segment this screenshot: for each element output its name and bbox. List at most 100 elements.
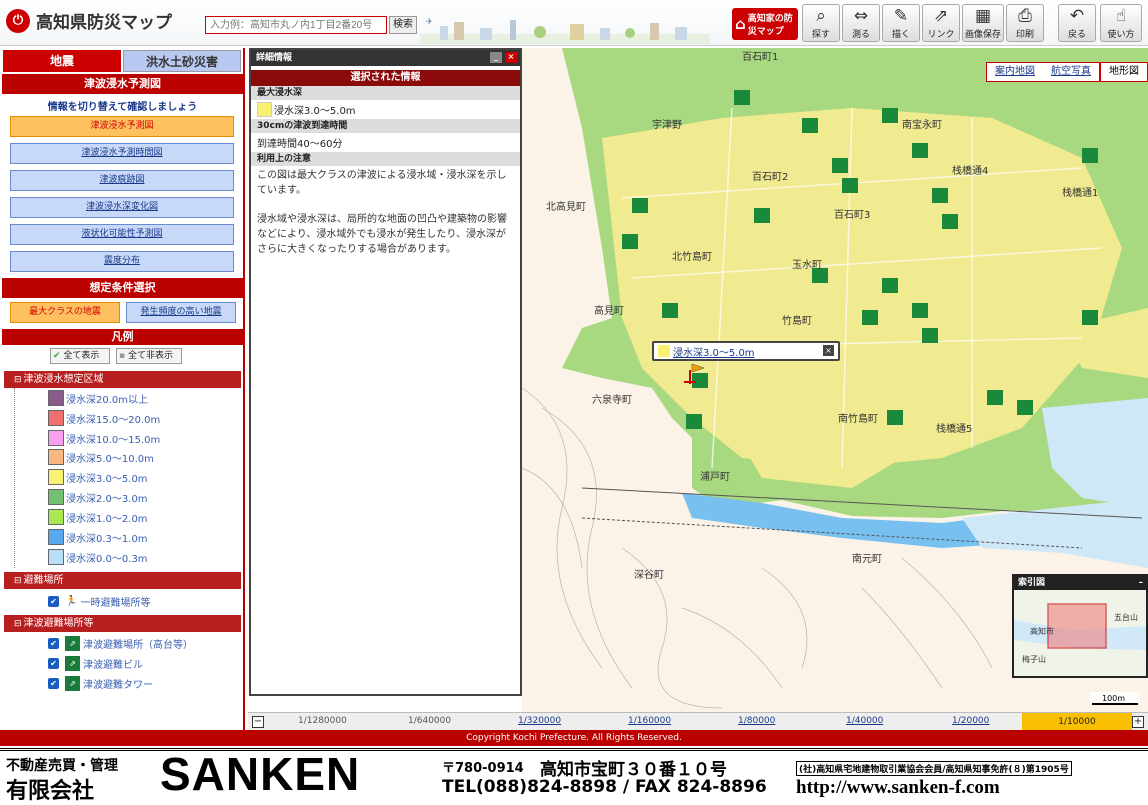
depth-swatch (658, 345, 670, 357)
toolbar-label: 使い方 (1107, 30, 1135, 40)
toolbar-save-image-button[interactable]: ▦ 画像保存 (962, 4, 1004, 42)
pencil-icon: ✎ (893, 6, 909, 26)
svg-text:栈橋通5: 栈橋通5 (936, 422, 972, 435)
condition-frequent[interactable]: 発生頻度の高い地震 (126, 302, 236, 323)
minimize-icon[interactable]: – (1139, 576, 1144, 590)
toolbar-print-button[interactable]: ⎙ 印刷 (1006, 4, 1044, 42)
toolbar-label: リンク (927, 30, 955, 40)
zoom-in-button[interactable]: + (1132, 716, 1144, 728)
checkbox-icon[interactable]: ✔ (48, 657, 59, 669)
copyright: Copyright Kochi Prefecture. All Rights R… (0, 730, 1148, 746)
minimize-icon[interactable]: _ (490, 52, 502, 63)
legend-item: 浸水深15.0～20.0m (48, 409, 160, 427)
scale-option[interactable]: 1/40000 (846, 716, 883, 726)
scale-option[interactable]: 1/640000 (408, 716, 451, 726)
checkbox-icon[interactable]: ✔ (48, 637, 59, 649)
collapse-icon: ⊟ (14, 576, 22, 586)
scale-current[interactable]: 1/10000 (1022, 713, 1132, 731)
legend-label: 浸水深5.0～10.0m (66, 453, 154, 465)
index-map[interactable]: 索引図 – 高知市 梅子山 五台山 (1012, 574, 1148, 678)
banner-url[interactable]: http://www.sanken-f.com (796, 777, 1000, 799)
close-icon[interactable]: × (505, 52, 517, 63)
legend-item-shelter[interactable]: ✔ 🏃 一時避難場所等 (48, 592, 150, 610)
legend-item-tsunami-building[interactable]: ✔ ⇗ 津波避難ビル (48, 654, 143, 672)
scale-option[interactable]: 1/320000 (518, 716, 561, 726)
view-button-depth-change[interactable]: 津波浸水深変化図 (10, 197, 234, 218)
address-search-input[interactable] (205, 16, 387, 34)
view-button-arrival-time[interactable]: 津波浸水予測時間図 (10, 143, 234, 164)
tab-flood-landslide[interactable]: 洪水土砂災害 (123, 50, 241, 72)
toolbar-measure-button[interactable]: ⇔ 測る (842, 4, 880, 42)
legend-item: 浸水深5.0～10.0m (48, 448, 154, 466)
map-view[interactable]: 百石町1 北高見町 北竹島町 高見町 竹島町 南竹島町 栈橋通5 浦戸町 深谷町… (522, 48, 1148, 712)
legend-label: 浸水深0.3～1.0m (66, 533, 148, 545)
left-panel: 地震 洪水土砂災害 津波浸水予測図 情報を切り替えて確認しましょう 津波浸水予測… (0, 48, 245, 730)
banner-tel: TEL(088)824-8898 / FAX 824-8896 (442, 777, 767, 797)
scale-option[interactable]: 1/160000 (628, 716, 671, 726)
tab-guide-map[interactable]: 案内地図 (987, 63, 1043, 81)
legend-label: 浸水深15.0～20.0m (66, 414, 161, 426)
view-button-liquefaction[interactable]: 液状化可能性予測図 (10, 224, 234, 245)
scale-option[interactable]: 1/80000 (738, 716, 775, 726)
zoom-out-button[interactable]: − (252, 716, 264, 728)
toolbar-draw-button[interactable]: ✎ 描く (882, 4, 920, 42)
toolbar-label: 描く (891, 30, 910, 40)
search-button[interactable]: 検索 (389, 16, 417, 34)
tab-topographic[interactable]: 地形図 (1099, 63, 1147, 81)
legend-item-tsunami-tower[interactable]: ✔ ⇗ 津波避難タワー (48, 674, 153, 692)
depth-swatch (257, 102, 272, 117)
index-map-image[interactable]: 高知市 梅子山 五台山 (1014, 590, 1146, 676)
svg-text:南宝永町: 南宝永町 (902, 118, 942, 131)
show-all-button[interactable]: ✔ 全て表示 (50, 348, 110, 364)
scale-option[interactable]: 1/20000 (952, 716, 989, 726)
home-button[interactable]: ⌂ 高知家の防災マップ (732, 8, 798, 40)
toolbar-back-button[interactable]: ↶ 戻る (1058, 4, 1096, 42)
hide-all-button[interactable]: ▪ 全て非表示 (116, 348, 182, 364)
toolbar-help-button[interactable]: ☝ 使い方 (1100, 4, 1142, 42)
svg-text:浦戸町: 浦戸町 (700, 470, 730, 483)
legend-section-shelter[interactable]: ⊟ 避難場所 (4, 572, 241, 589)
toolbar-link-button[interactable]: ⇗ リンク (922, 4, 960, 42)
legend-section-tsunami-shelter[interactable]: ⊟ 津波避難場所等 (4, 615, 241, 632)
tsunami-shelter-icon: ⇗ (65, 635, 80, 651)
banner-company-name: SANKEN (160, 748, 361, 800)
svg-text:100m: 100m (1102, 694, 1125, 703)
tab-earthquake[interactable]: 地震 (3, 50, 121, 72)
detail-row-value: 到達時間40～60分 (257, 139, 343, 150)
checkbox-icon[interactable]: ✔ (48, 677, 59, 689)
scale-selector: − 1/1280000 1/640000 1/320000 1/160000 1… (248, 712, 1148, 731)
legend-item-tsunami-highland[interactable]: ✔ ⇗ 津波避難場所（高台等） (48, 634, 193, 652)
legend-swatch (48, 549, 64, 565)
section-title: 津波浸水予測図 (2, 74, 243, 94)
svg-text:宇津野: 宇津野 (652, 118, 682, 131)
svg-text:高知市: 高知市 (1030, 626, 1054, 636)
printer-icon: ⎙ (1018, 6, 1032, 26)
detail-row-value: 浸水深3.0～5.0m (251, 100, 520, 119)
scale-option[interactable]: 1/1280000 (298, 716, 347, 726)
legend-swatch (48, 449, 64, 465)
condition-max-class[interactable]: 最大クラスの地震 (10, 302, 120, 323)
legend-swatch (48, 390, 64, 406)
ruler-icon: ⇔ (853, 6, 869, 26)
legend-item: 浸水深0.3～1.0m (48, 528, 148, 546)
view-button-trace[interactable]: 津波痕跡図 (10, 170, 234, 191)
toolbar-label: 探す (811, 30, 830, 40)
legend-item: 浸水深3.0～5.0m (48, 468, 148, 486)
view-button-inundation[interactable]: 津波浸水予測図 (10, 116, 234, 137)
legend-item: 浸水深20.0m以上 (48, 389, 148, 407)
view-button-seismic-intensity[interactable]: 震度分布 (10, 251, 234, 272)
detail-note-1: この図は最大クラスの津波による浸水域・浸水深を示しています。 (257, 170, 507, 196)
close-icon[interactable]: × (823, 345, 834, 356)
toolbar-label: 測る (851, 30, 870, 40)
popup-label[interactable]: 浸水深3.0～5.0m (673, 344, 755, 359)
legend-section-inundation[interactable]: ⊟ 津波浸水想定区域 (4, 371, 241, 388)
legend-label: 浸水深3.0～5.0m (66, 473, 148, 485)
banner-association: (社)高知県宅地建物取引業協会会員/高知県知事免許(８)第1905号 (796, 761, 1072, 776)
checkbox-icon[interactable]: ✔ (48, 595, 59, 607)
map-popup[interactable]: 浸水深3.0～5.0m × (652, 341, 840, 361)
toolbar-search-button[interactable]: ⌕ 探す (802, 4, 840, 42)
app-logo[interactable]: ⏻ 高知県防災マップ (6, 8, 172, 33)
check-icon: ✔ (53, 351, 61, 361)
legend-label: 津波避難ビル (83, 659, 143, 671)
tab-aerial-photo[interactable]: 航空写真 (1043, 63, 1099, 81)
